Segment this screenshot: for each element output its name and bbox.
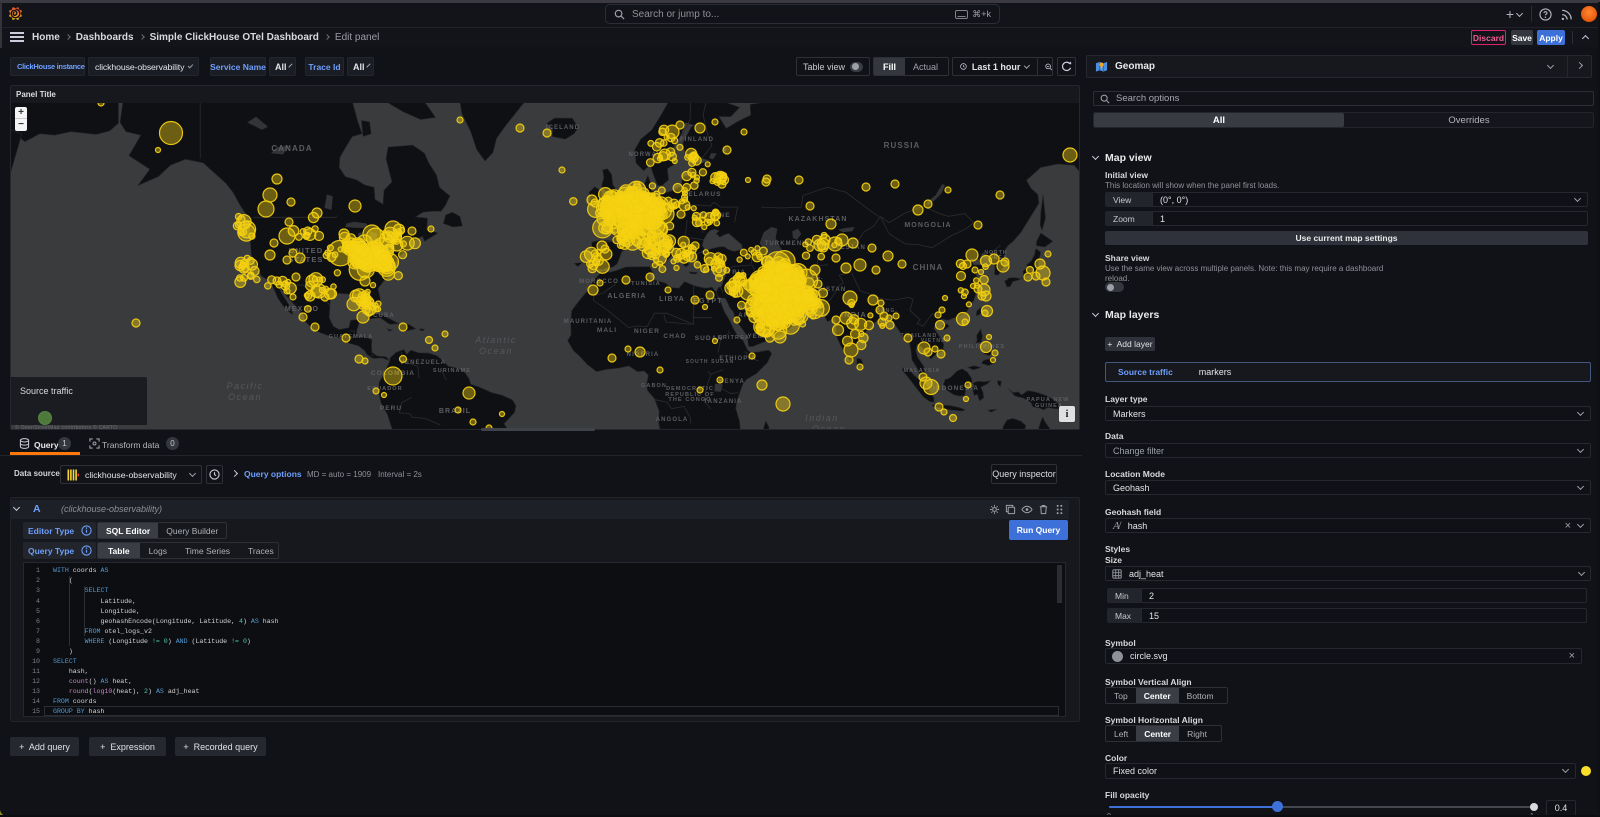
svg-text:MEXICO: MEXICO <box>285 306 319 313</box>
svg-text:VENEZUELA: VENEZUELA <box>400 360 446 366</box>
svg-text:MALI: MALI <box>597 327 617 334</box>
svg-text:BELARUS: BELARUS <box>682 191 721 198</box>
svg-text:GUATEMALA: GUATEMALA <box>329 334 374 340</box>
svg-text:CHINA: CHINA <box>913 263 944 272</box>
svg-text:KAZAKHSTAN: KAZAKHSTAN <box>788 216 847 223</box>
svg-text:Ocean: Ocean <box>812 424 846 429</box>
svg-text:Atlantic: Atlantic <box>474 335 517 345</box>
svg-text:LIBYA: LIBYA <box>659 296 685 303</box>
svg-text:Indian: Indian <box>805 413 839 423</box>
svg-text:ALGERIA: ALGERIA <box>607 293 646 300</box>
svg-text:PERU: PERU <box>380 405 402 412</box>
svg-text:Ocean: Ocean <box>228 392 262 402</box>
svg-text:RUSSIA: RUSSIA <box>884 141 921 150</box>
svg-text:INDONESIA: INDONESIA <box>933 385 979 392</box>
svg-text:MONGOLIA: MONGOLIA <box>904 222 951 229</box>
svg-text:ANGOLA: ANGOLA <box>656 417 689 423</box>
svg-text:SOUTH SUDAN: SOUTH SUDAN <box>686 359 735 365</box>
svg-text:ERITREA: ERITREA <box>718 335 750 341</box>
svg-text:CHAD: CHAD <box>663 333 686 340</box>
svg-text:TANZANIA: TANZANIA <box>703 399 742 405</box>
svg-text:TUNISIA: TUNISIA <box>631 281 661 287</box>
svg-text:FINLAND: FINLAND <box>680 137 714 143</box>
svg-text:MAURITANIA: MAURITANIA <box>564 319 613 325</box>
svg-text:SURINAME: SURINAME <box>433 368 471 374</box>
svg-text:CANADA: CANADA <box>271 144 312 153</box>
svg-text:ICELAND: ICELAND <box>546 125 580 131</box>
svg-text:Pacific: Pacific <box>226 381 263 391</box>
svg-text:NIGER: NIGER <box>634 328 660 335</box>
svg-text:CUBA: CUBA <box>373 313 395 319</box>
svg-text:Ocean: Ocean <box>479 346 513 356</box>
svg-text:GABON: GABON <box>641 383 667 389</box>
